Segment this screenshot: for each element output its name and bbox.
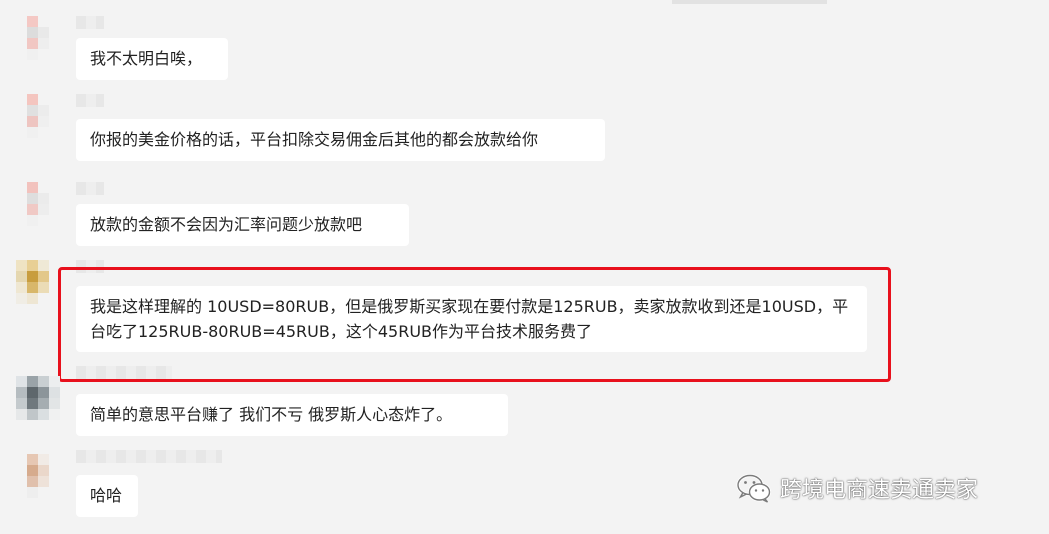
wechat-icon (736, 474, 771, 503)
sender-name (76, 94, 104, 107)
watermark-text: 跨境电商速卖通卖家 (780, 478, 979, 503)
sender-name (76, 450, 222, 463)
avatar[interactable] (16, 260, 60, 304)
message-bubble: 简单的意思平台赚了 我们不亏 俄罗斯人心态炸了。 (76, 394, 508, 436)
message-bubble: 哈哈 (76, 475, 138, 517)
message-text: 你报的美金价格的话，平台扣除交易佣金后其他的都会放款给你 (90, 130, 539, 149)
avatar[interactable] (16, 454, 60, 498)
sender-name (76, 16, 104, 29)
highlight-box (58, 267, 891, 382)
avatar[interactable] (16, 94, 60, 138)
watermark: 跨境电商速卖通卖家 (736, 470, 978, 506)
message-bubble: 你报的美金价格的话，平台扣除交易佣金后其他的都会放款给你 (76, 119, 605, 161)
message-bubble: 我不太明白唉， (76, 38, 228, 80)
sender-name (76, 182, 104, 195)
message-text: 哈哈 (90, 486, 123, 505)
sender-name (76, 366, 172, 379)
message-text: 放款的金额不会因为汇率问题少放款吧 (90, 215, 363, 234)
message-text: 我不太明白唉， (90, 49, 203, 68)
avatar[interactable] (16, 16, 60, 60)
avatar[interactable] (16, 182, 60, 226)
top-divider-strip (672, 0, 827, 4)
avatar[interactable] (16, 376, 60, 420)
message-bubble: 放款的金额不会因为汇率问题少放款吧 (76, 204, 409, 246)
message-text: 简单的意思平台赚了 我们不亏 俄罗斯人心态炸了。 (90, 405, 453, 424)
